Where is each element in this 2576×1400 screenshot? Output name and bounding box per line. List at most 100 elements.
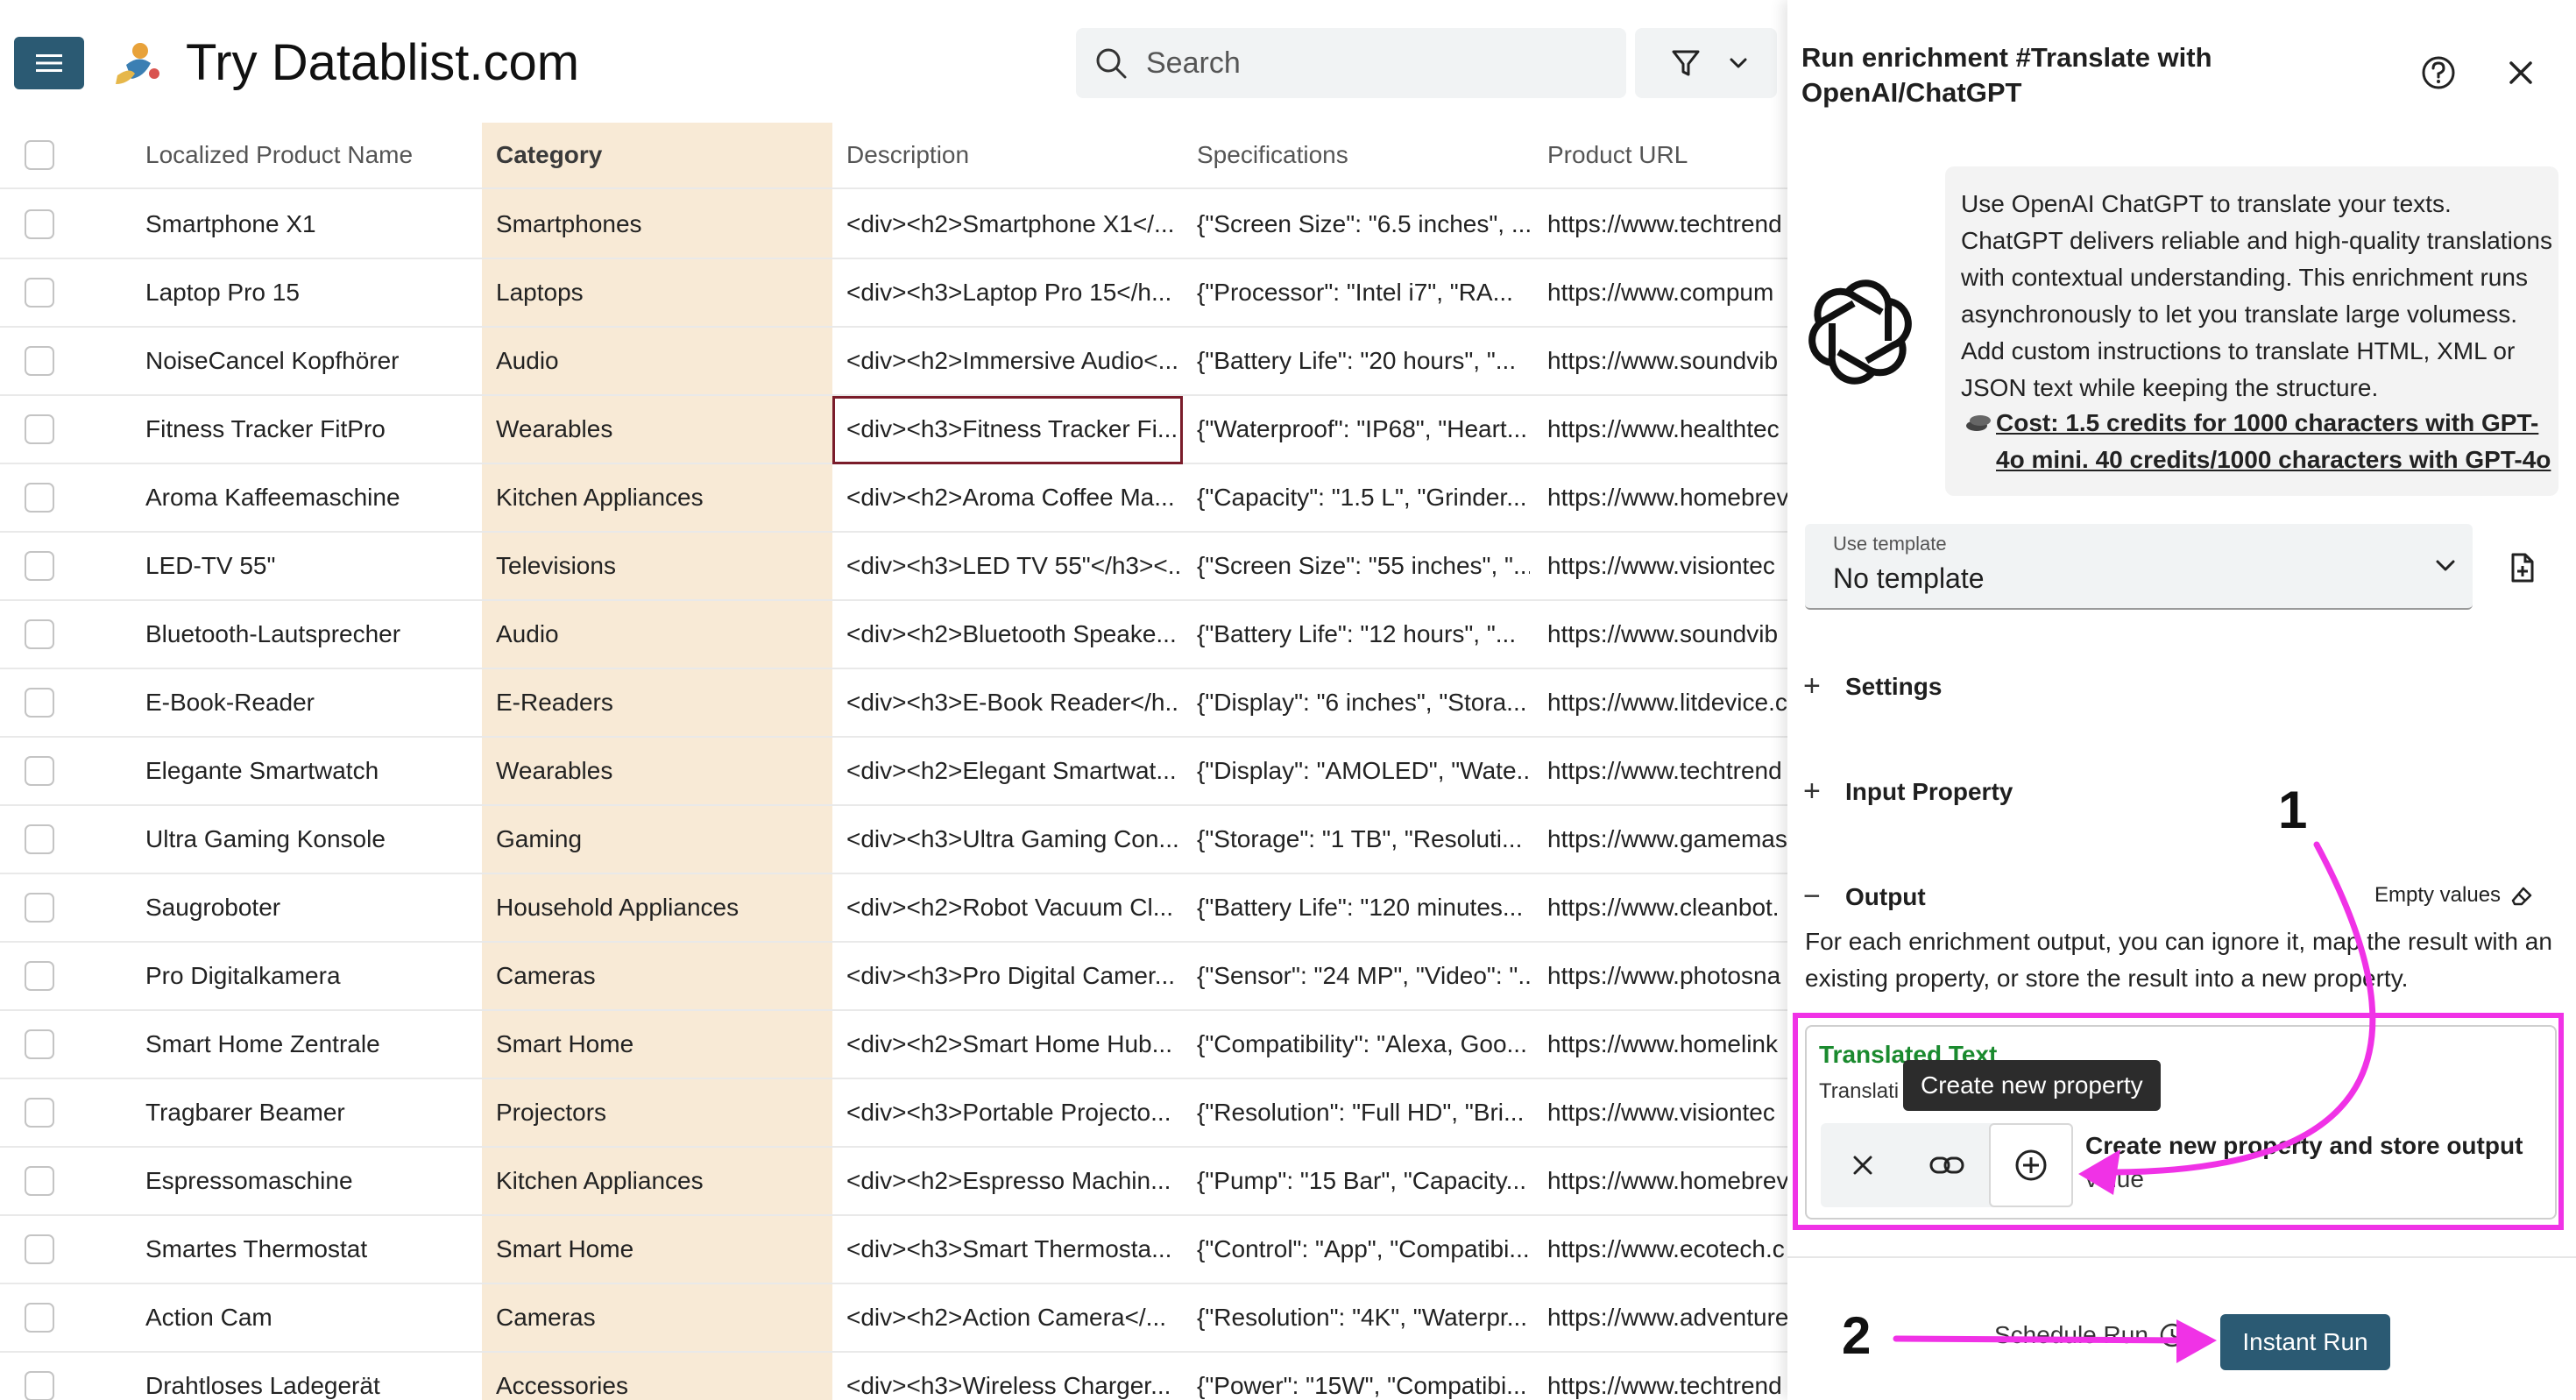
cell-category[interactable]: Cameras bbox=[496, 943, 829, 1009]
cell-product-url[interactable]: https://www.visiontec bbox=[1547, 533, 1787, 599]
row-checkbox[interactable] bbox=[25, 619, 54, 649]
row-checkbox[interactable] bbox=[25, 551, 54, 581]
row-checkbox[interactable] bbox=[25, 1371, 54, 1400]
cell-specifications[interactable]: {"Display": "AMOLED", "Wate... bbox=[1197, 738, 1530, 804]
cell-product-url[interactable]: https://www.gamemas bbox=[1547, 806, 1787, 873]
cell-category[interactable]: Projectors bbox=[496, 1079, 829, 1146]
cell-category[interactable]: Accessories bbox=[496, 1353, 829, 1400]
cell-product-url[interactable]: https://www.homebrev bbox=[1547, 1148, 1787, 1214]
search-input[interactable] bbox=[1146, 28, 1602, 98]
cell-product-name[interactable]: Tragbarer Beamer bbox=[145, 1079, 478, 1146]
cell-specifications[interactable]: {"Control": "App", "Compatibi... bbox=[1197, 1216, 1530, 1283]
template-select[interactable]: Use template No template bbox=[1805, 524, 2473, 610]
cell-description[interactable]: <div><h2>Espresso Machin... bbox=[846, 1148, 1179, 1214]
table-row[interactable]: Smartphone X1 Smartphones <div><h2>Smartph… bbox=[0, 191, 1787, 259]
cell-specifications[interactable]: {"Sensor": "24 MP", "Video": "... bbox=[1197, 943, 1530, 1009]
row-checkbox[interactable] bbox=[25, 346, 54, 376]
table-row[interactable]: LED-TV 55" Televisions <div><h3>LED TV 55"… bbox=[0, 533, 1787, 601]
cell-product-url[interactable]: https://www.homelink bbox=[1547, 1011, 1787, 1078]
cell-product-name[interactable]: LED-TV 55" bbox=[145, 533, 478, 599]
cell-product-name[interactable]: Aroma Kaffeemaschine bbox=[145, 464, 478, 531]
cell-specifications[interactable]: {"Display": "6 inches", "Stora... bbox=[1197, 669, 1530, 736]
table-row[interactable]: Pro Digitalkamera Cameras <div><h3>Pro Dig… bbox=[0, 943, 1787, 1011]
row-checkbox[interactable] bbox=[25, 1166, 54, 1196]
cell-category[interactable]: Household Appliances bbox=[496, 874, 829, 941]
cell-product-name[interactable]: Fitness Tracker FitPro bbox=[145, 396, 478, 463]
cell-product-name[interactable]: Smartphone X1 bbox=[145, 191, 478, 258]
cell-description[interactable]: <div><h3>Laptop Pro 15</h... bbox=[846, 259, 1179, 326]
cell-description[interactable]: <div><h3>Pro Digital Camer... bbox=[846, 943, 1179, 1009]
cell-category[interactable]: Kitchen Appliances bbox=[496, 1148, 829, 1214]
cell-product-url[interactable]: https://www.healthtec bbox=[1547, 396, 1787, 463]
cell-category[interactable]: Laptops bbox=[496, 259, 829, 326]
cell-category[interactable]: Smart Home bbox=[496, 1011, 829, 1078]
row-checkbox[interactable] bbox=[25, 824, 54, 854]
header-specifications[interactable]: Specifications bbox=[1197, 123, 1530, 187]
document-icon[interactable] bbox=[2508, 552, 2536, 583]
cell-description[interactable]: <div><h3>Portable Projecto... bbox=[846, 1079, 1179, 1146]
cell-category[interactable]: Smartphones bbox=[496, 191, 829, 258]
cell-category[interactable]: Wearables bbox=[496, 396, 829, 463]
cell-product-url[interactable]: https://www.photosna bbox=[1547, 943, 1787, 1009]
cell-specifications[interactable]: {"Battery Life": "20 hours", "... bbox=[1197, 328, 1530, 394]
cell-specifications[interactable]: {"Resolution": "4K", "Waterpr... bbox=[1197, 1284, 1530, 1351]
row-checkbox[interactable] bbox=[25, 1303, 54, 1333]
close-icon[interactable] bbox=[2508, 60, 2534, 86]
help-icon[interactable] bbox=[2420, 54, 2457, 91]
cell-description[interactable]: <div><h2>Immersive Audio<... bbox=[846, 328, 1179, 394]
filter-button[interactable] bbox=[1635, 28, 1777, 98]
cell-product-name[interactable]: Drahtloses Ladegerät bbox=[145, 1353, 478, 1400]
cell-category[interactable]: Gaming bbox=[496, 806, 829, 873]
header-category[interactable]: Category bbox=[496, 123, 829, 187]
cell-description[interactable]: <div><h2>Aroma Coffee Ma... bbox=[846, 464, 1179, 531]
cell-description[interactable]: <div><h3>Ultra Gaming Con... bbox=[846, 806, 1179, 873]
table-row[interactable]: Smart Home Zentrale Smart Home <div><h2>Sm… bbox=[0, 1011, 1787, 1079]
cell-product-name[interactable]: Bluetooth-Lautsprecher bbox=[145, 601, 478, 668]
table-row[interactable]: Laptop Pro 15 Laptops <div><h3>Laptop Pro … bbox=[0, 259, 1787, 328]
cell-description[interactable]: <div><h2>Bluetooth Speake... bbox=[846, 601, 1179, 668]
row-checkbox[interactable] bbox=[25, 1098, 54, 1128]
cell-product-url[interactable]: https://www.litdevice.c bbox=[1547, 669, 1787, 736]
cell-product-name[interactable]: Action Cam bbox=[145, 1284, 478, 1351]
row-checkbox[interactable] bbox=[25, 893, 54, 923]
row-checkbox[interactable] bbox=[25, 688, 54, 718]
table-row[interactable]: Aroma Kaffeemaschine Kitchen Appliances <d… bbox=[0, 464, 1787, 533]
cell-description[interactable]: <div><h2>Smart Home Hub... bbox=[846, 1011, 1179, 1078]
table-row[interactable]: Action Cam Cameras <div><h2>Action Camera<… bbox=[0, 1284, 1787, 1353]
cell-product-name[interactable]: Pro Digitalkamera bbox=[145, 943, 478, 1009]
cell-specifications[interactable]: {"Compatibility": "Alexa, Goo... bbox=[1197, 1011, 1530, 1078]
header-product-name[interactable]: Localized Product Name bbox=[145, 123, 478, 187]
cell-category[interactable]: Audio bbox=[496, 328, 829, 394]
cell-product-name[interactable]: Elegante Smartwatch bbox=[145, 738, 478, 804]
cell-description[interactable]: <div><h3>E-Book Reader</h... bbox=[846, 669, 1179, 736]
settings-section-toggle[interactable]: + Settings bbox=[1803, 669, 1942, 704]
cell-category[interactable]: Kitchen Appliances bbox=[496, 464, 829, 531]
cell-product-url[interactable]: https://www.techtrend bbox=[1547, 738, 1787, 804]
cell-product-name[interactable]: Saugroboter bbox=[145, 874, 478, 941]
cell-category[interactable]: Cameras bbox=[496, 1284, 829, 1351]
cell-specifications[interactable]: {"Battery Life": "120 minutes... bbox=[1197, 874, 1530, 941]
cell-category[interactable]: E-Readers bbox=[496, 669, 829, 736]
row-checkbox[interactable] bbox=[25, 756, 54, 786]
search-box[interactable] bbox=[1076, 28, 1626, 98]
cell-product-url[interactable]: https://www.homebrev bbox=[1547, 464, 1787, 531]
cell-specifications[interactable]: {"Storage": "1 TB", "Resoluti... bbox=[1197, 806, 1530, 873]
cell-product-url[interactable]: https://www.soundvib bbox=[1547, 601, 1787, 668]
header-description[interactable]: Description bbox=[846, 123, 1179, 187]
cell-specifications[interactable]: {"Screen Size": "6.5 inches", ... bbox=[1197, 191, 1530, 258]
cell-product-name[interactable]: Ultra Gaming Konsole bbox=[145, 806, 478, 873]
row-checkbox[interactable] bbox=[25, 483, 54, 513]
cell-specifications[interactable]: {"Power": "15W", "Compatibi... bbox=[1197, 1353, 1530, 1400]
table-row[interactable]: E-Book-Reader E-Readers <div><h3>E-Book Re… bbox=[0, 669, 1787, 738]
cell-description[interactable]: <div><h2>Action Camera</... bbox=[846, 1284, 1179, 1351]
empty-values-button[interactable]: Empty values bbox=[2374, 883, 2534, 908]
table-row[interactable]: Saugroboter Household Appliances <div><h2>… bbox=[0, 874, 1787, 943]
cell-description[interactable]: <div><h3>LED TV 55"</h3><... bbox=[846, 533, 1179, 599]
table-row[interactable]: Smartes Thermostat Smart Home <div><h3>Sma… bbox=[0, 1216, 1787, 1284]
cell-product-name[interactable]: Smartes Thermostat bbox=[145, 1216, 478, 1283]
table-row[interactable]: Elegante Smartwatch Wearables <div><h2>Ele… bbox=[0, 738, 1787, 806]
cost-link[interactable]: Cost: 1.5 credits for 1000 characters wi… bbox=[1996, 405, 2553, 478]
cell-product-name[interactable]: NoiseCancel Kopfhörer bbox=[145, 328, 478, 394]
cell-product-url[interactable]: https://www.visiontec bbox=[1547, 1079, 1787, 1146]
schedule-run-button[interactable]: Schedule Run bbox=[1994, 1321, 2185, 1349]
